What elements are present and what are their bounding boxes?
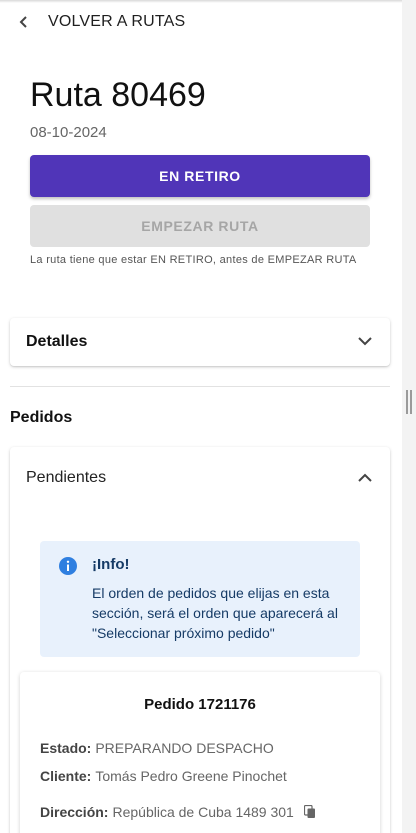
status-label: Estado: — [40, 740, 92, 756]
route-title: Ruta 80469 — [30, 76, 206, 114]
details-accordion-header[interactable]: Detalles — [10, 318, 390, 366]
info-alert: ¡Info! El orden de pedidos que elijas en… — [40, 541, 360, 657]
top-shadow — [0, 0, 402, 3]
details-accordion: Detalles — [10, 318, 390, 366]
address-label: Dirección: — [40, 804, 109, 820]
status-value: PREPARANDO DESPACHO — [95, 740, 274, 756]
pending-accordion-header[interactable]: Pendientes — [10, 447, 390, 509]
chevron-down-icon — [358, 333, 372, 351]
order-status-row: Estado: PREPARANDO DESPACHO — [40, 740, 274, 756]
section-divider — [10, 386, 390, 387]
copy-icon[interactable] — [303, 804, 316, 822]
back-label: VOLVER A RUTAS — [48, 13, 186, 30]
client-value: Tomás Pedro Greene Pinochet — [95, 768, 287, 784]
order-card[interactable]: Pedido 1721176 Estado: PREPARANDO DESPACH… — [20, 672, 380, 833]
chevron-left-icon — [12, 10, 36, 34]
en-retiro-button[interactable]: EN RETIRO — [30, 155, 370, 197]
route-hint-text: La ruta tiene que estar EN RETIRO, antes… — [30, 254, 357, 266]
chevron-up-icon — [358, 469, 372, 487]
client-label: Cliente: — [40, 768, 92, 784]
address-value: República de Cuba 1489 301 — [112, 804, 294, 820]
info-icon — [58, 556, 78, 576]
route-detail-page: VOLVER A RUTAS Ruta 80469 08-10-2024 EN … — [0, 0, 402, 833]
info-text: El orden de pedidos que elijas en esta s… — [92, 585, 338, 641]
pending-title: Pendientes — [26, 469, 107, 486]
order-address-row: Dirección: República de Cuba 1489 301 — [40, 804, 316, 822]
info-title: ¡Info! — [92, 556, 130, 573]
order-client-row: Cliente: Tomás Pedro Greene Pinochet — [40, 768, 287, 784]
route-date: 08-10-2024 — [30, 124, 107, 141]
orders-section-title: Pedidos — [10, 409, 73, 426]
empezar-ruta-button: EMPEZAR RUTA — [30, 205, 370, 247]
panel-resize-handle[interactable] — [406, 390, 412, 414]
details-title: Detalles — [26, 333, 88, 350]
back-to-routes-link[interactable]: VOLVER A RUTAS — [12, 10, 185, 34]
order-title: Pedido 1721176 — [144, 696, 256, 713]
